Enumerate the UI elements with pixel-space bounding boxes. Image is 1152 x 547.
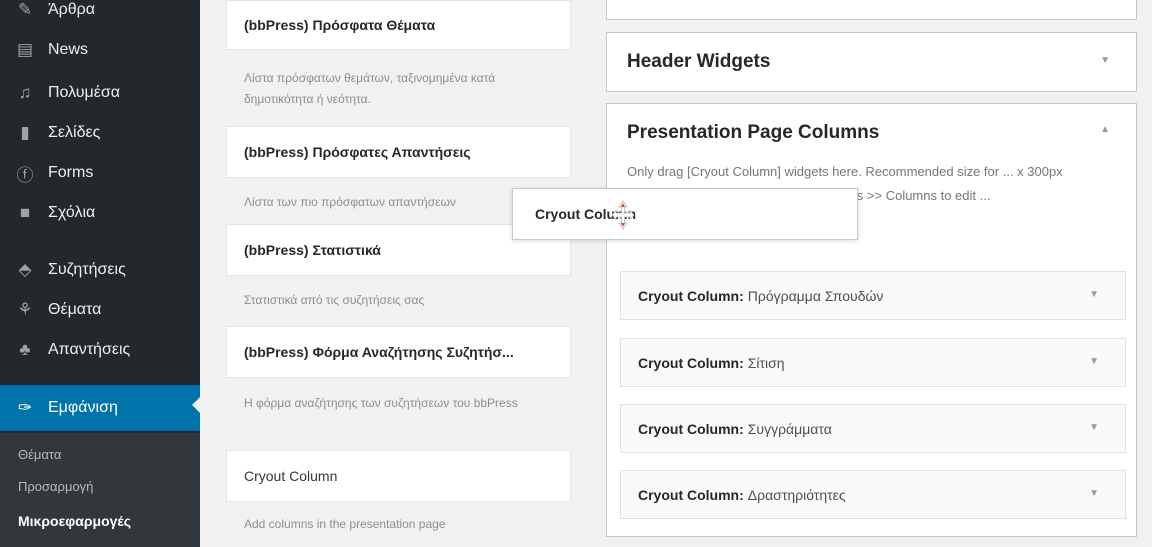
sidebar-header-widgets[interactable]: Header Widgets ▼	[606, 32, 1137, 92]
widget-description: Λίστα πρόσφατων θεμάτων, ταξινομημένα κα…	[244, 71, 496, 106]
widget-title: Σίτιση	[747, 354, 785, 371]
comments-icon: ■	[19, 203, 31, 222]
chevron-down-icon[interactable]: ▼	[1089, 488, 1099, 499]
menu-item-label: Εμφάνιση	[48, 399, 118, 416]
active-indicator-arrow	[192, 397, 200, 413]
sidebar-widget[interactable]: Cryout Column: Σίτιση ▼	[620, 338, 1126, 387]
sidebar-title: Presentation Page Columns	[627, 122, 880, 143]
widget-name: Cryout Column:	[638, 354, 744, 371]
sidebar-widget[interactable]: Cryout Column: Πρόγραμμα Σπουδών ▼	[620, 271, 1126, 320]
widget-title: Cryout Column	[244, 468, 338, 484]
admin-sidebar: ✎ Άρθρα ▤ News ♫ Πολυμέσα ▮ Σελίδες ⓕ Fo…	[0, 0, 200, 547]
menu-item-label: Πολυμέσα	[48, 84, 120, 101]
chevron-down-icon[interactable]: ▼	[1089, 356, 1099, 367]
widget-description: Η φόρμα αναζήτησης των συζητήσεων του bb…	[244, 396, 518, 410]
dragging-widget[interactable]: Cryout Column	[512, 188, 858, 240]
forums-icon: ⬘	[18, 260, 32, 279]
widget-title: Πρόγραμμα Σπουδών	[747, 287, 884, 304]
chevron-up-icon[interactable]: ▲	[1100, 124, 1110, 135]
sidebar-widget[interactable]: Cryout Column: Συγγράμματα ▼	[620, 404, 1126, 453]
widget-title: (bbPress) Πρόσφατες Απαντήσεις	[244, 144, 471, 160]
menu-item-posts[interactable]: ✎ Άρθρα	[0, 0, 200, 30]
move-cursor-icon	[611, 200, 635, 230]
menu-item-label: Σελίδες	[48, 124, 101, 141]
menu-item-comments[interactable]: ■ Σχόλια	[0, 193, 200, 233]
widget-title: (bbPress) Πρόσφατα Θέματα	[244, 17, 436, 33]
widget-description: Add columns in the presentation page	[244, 517, 446, 531]
pushpin-icon: ✎	[17, 0, 33, 19]
widget-title: Συγγράμματα	[747, 420, 832, 437]
submenu-item-customize[interactable]: Προσαρμογή	[18, 479, 93, 494]
submenu-item-widgets[interactable]: Μικροεφαρμογές	[18, 513, 131, 529]
news-icon: ▤	[16, 40, 34, 59]
menu-item-label: Απαντήσεις	[48, 341, 131, 358]
menu-item-topics[interactable]: ⚘ Θέματα	[0, 290, 200, 330]
chevron-down-icon[interactable]: ▼	[1100, 55, 1110, 66]
submenu-item-themes[interactable]: Θέματα	[18, 447, 61, 462]
forms-icon: ⓕ	[16, 165, 34, 185]
sidebar-title: Header Widgets	[627, 51, 771, 72]
menu-item-label: News	[48, 41, 89, 58]
widget-title: (bbPress) Φόρμα Αναζήτησης Συζητήσ...	[244, 344, 514, 360]
topics-icon: ⚘	[17, 300, 33, 319]
sidebar-area-top	[606, 0, 1137, 20]
menu-item-media[interactable]: ♫ Πολυμέσα	[0, 73, 200, 113]
sidebar-widget[interactable]: Cryout Column: Δραστηριότητες ▼	[620, 470, 1126, 519]
appearance-submenu: Θέματα Προσαρμογή Μικροεφαρμογές	[0, 433, 200, 547]
chevron-down-icon[interactable]: ▼	[1089, 422, 1099, 433]
appearance-icon: ✑	[17, 398, 33, 417]
menu-item-label: Σχόλια	[48, 204, 96, 221]
pages-icon: ▮	[20, 123, 30, 142]
menu-item-label: Θέματα	[48, 301, 102, 318]
widget-bbp-recent-topics[interactable]: (bbPress) Πρόσφατα Θέματα	[226, 0, 571, 50]
widget-description: Στατιστικά από τις συζητήσεις σας	[244, 293, 425, 307]
chevron-down-icon[interactable]: ▼	[1089, 289, 1099, 300]
menu-item-replies[interactable]: ♣ Απαντήσεις	[0, 330, 200, 370]
menu-item-label: Forms	[48, 164, 94, 181]
widget-bbp-search[interactable]: (bbPress) Φόρμα Αναζήτησης Συζητήσ...	[226, 326, 571, 378]
menu-item-label: Συζητήσεις	[48, 261, 126, 278]
menu-item-forums[interactable]: ⬘ Συζητήσεις	[0, 250, 200, 290]
replies-icon: ♣	[19, 340, 31, 359]
widget-title: Δραστηριότητες	[747, 486, 846, 503]
widget-name: Cryout Column:	[638, 420, 744, 437]
menu-item-news[interactable]: ▤ News	[0, 30, 200, 70]
widget-name: Cryout Column:	[638, 287, 744, 304]
menu-item-appearance[interactable]: ✑ Εμφάνιση	[0, 385, 200, 431]
widget-cryout-column[interactable]: Cryout Column	[226, 450, 571, 502]
widget-title: (bbPress) Στατιστικά	[244, 242, 381, 258]
menu-item-label: Άρθρα	[48, 1, 96, 18]
media-icon: ♫	[18, 83, 32, 102]
widget-name: Cryout Column:	[638, 486, 744, 503]
menu-item-forms[interactable]: ⓕ Forms	[0, 153, 200, 193]
widget-bbp-recent-replies[interactable]: (bbPress) Πρόσφατες Απαντήσεις	[226, 126, 571, 178]
menu-item-pages[interactable]: ▮ Σελίδες	[0, 113, 200, 153]
